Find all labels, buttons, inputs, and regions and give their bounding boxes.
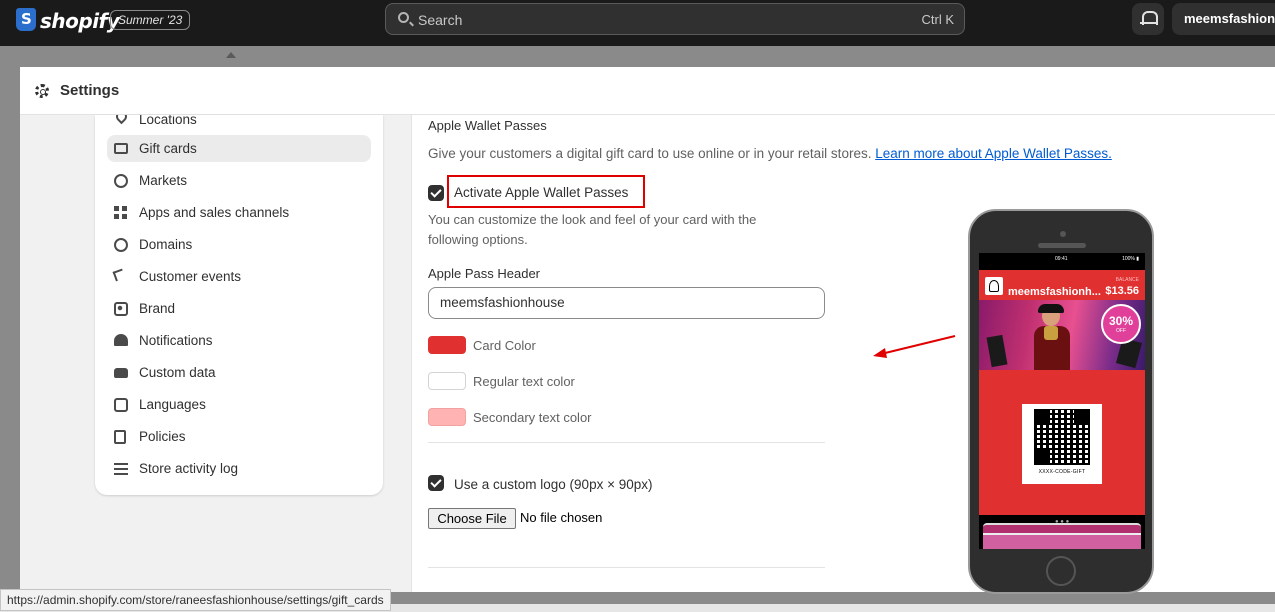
sidebar-item-languages[interactable]: Languages <box>107 391 371 418</box>
scroll-up-arrow-icon[interactable] <box>226 52 236 58</box>
learn-more-link[interactable]: Learn more about Apple Wallet Passes. <box>875 146 1112 161</box>
sale-percent: 30% <box>1108 314 1134 328</box>
stacked-card <box>983 533 1141 549</box>
store-logo-icon <box>985 277 1003 295</box>
phone-speaker-icon <box>1038 243 1086 248</box>
model-figure <box>1034 304 1070 370</box>
apple-pass-header-label: Apple Pass Header <box>428 266 541 281</box>
folder-icon <box>114 368 128 378</box>
choose-file-button[interactable]: Choose File <box>428 508 516 529</box>
modal-header: Settings <box>20 67 1275 115</box>
notifications-bell-icon[interactable] <box>1132 3 1164 35</box>
sidebar-item-gift-cards[interactable]: Gift cards <box>107 135 371 162</box>
sidebar-item-apps-and-sales-channels[interactable]: Apps and sales channels <box>107 199 371 226</box>
regular-text-color-swatch[interactable] <box>428 372 466 390</box>
sidebar-item-label: Custom data <box>139 365 216 380</box>
pass-balance-value: $13.56 <box>1105 285 1139 297</box>
sidebar-item-policies[interactable]: Policies <box>107 423 371 450</box>
sidebar-item-domains[interactable]: Domains <box>107 231 371 258</box>
sidebar-item-label: Gift cards <box>139 141 197 156</box>
search-bar[interactable]: Search Ctrl K <box>385 3 965 35</box>
pass-banner-image: 30% OFF <box>979 300 1145 370</box>
sidebar-item-label: Locations <box>139 115 197 127</box>
sidebar-item-label: Brand <box>139 301 176 316</box>
annotation-highlight-box <box>447 175 645 208</box>
cursor-sparkle-icon <box>112 268 126 282</box>
brand-image-icon <box>114 302 128 316</box>
activate-wallet-checkbox[interactable] <box>428 185 444 201</box>
secondary-text-color-swatch[interactable] <box>428 408 466 426</box>
settings-sidebar: Locations Gift cards Markets Apps and sa… <box>95 115 383 495</box>
edition-badge[interactable]: Summer '23 <box>110 10 191 30</box>
wallet-pass-phone-preview: 09:41 100% ▮ meemsfashionh... BALANCE $1… <box>968 209 1154 594</box>
sidebar-item-label: Apps and sales channels <box>139 205 290 220</box>
sale-off: OFF <box>1116 328 1126 334</box>
pass-store-name: meemsfashionh... <box>1008 286 1101 298</box>
sidebar-item-label: Notifications <box>139 333 213 348</box>
phone-screen: 09:41 100% ▮ meemsfashionh... BALANCE $1… <box>979 253 1145 549</box>
shopify-bag-icon[interactable] <box>16 8 36 31</box>
shopify-logo-text[interactable]: shopify <box>40 9 120 33</box>
search-placeholder: Search <box>418 12 463 28</box>
sidebar-item-store-activity-log[interactable]: Store activity log <box>107 455 371 482</box>
customize-help-text: You can customize the look and feel of y… <box>428 212 757 247</box>
browser-status-url: https://admin.shopify.com/store/raneesfa… <box>0 589 391 611</box>
phone-battery-icon: 100% ▮ <box>1122 256 1139 262</box>
divider <box>428 567 825 568</box>
sidebar-item-notifications[interactable]: Notifications <box>107 327 371 354</box>
phone-home-button-icon <box>1046 556 1076 586</box>
apps-grid-icon <box>114 206 128 220</box>
sidebar-item-label: Domains <box>139 237 193 252</box>
language-icon <box>114 398 128 412</box>
secondary-text-color-label: Secondary text color <box>473 410 592 425</box>
sidebar-item-customer-events[interactable]: Customer events <box>107 263 371 290</box>
gift-card-code: XXXX-CODE-GIFT <box>1038 469 1086 475</box>
shopping-bag-icon <box>986 334 1008 368</box>
description-text: Give your customers a digital gift card … <box>428 146 872 161</box>
search-icon <box>398 12 409 23</box>
annotation-arrow-icon <box>873 335 956 358</box>
qr-code-icon <box>1034 409 1090 465</box>
card-color-swatch[interactable] <box>428 336 466 354</box>
globe-icon <box>114 238 128 252</box>
location-pin-icon <box>113 115 130 125</box>
sidebar-item-brand[interactable]: Brand <box>107 295 371 322</box>
pass-balance-label: BALANCE <box>1115 277 1139 283</box>
sidebar-item-label: Policies <box>139 429 186 444</box>
sidebar-item-custom-data[interactable]: Custom data <box>107 359 371 386</box>
bell-icon <box>114 334 128 346</box>
top-bar: shopify Summer '23 Search Ctrl K meemsfa… <box>0 0 1275 46</box>
phone-status-bar: 09:41 100% ▮ <box>979 253 1145 267</box>
sidebar-item-label: Customer events <box>139 269 242 284</box>
divider <box>428 442 825 443</box>
section-title: Apple Wallet Passes <box>428 118 547 133</box>
wallet-pass-card: meemsfashionh... BALANCE $13.56 30% OFF <box>979 270 1145 525</box>
apple-pass-header-input[interactable]: meemsfashionhouse <box>428 287 825 319</box>
gear-icon <box>35 84 49 98</box>
qr-code-box: XXXX-CODE-GIFT <box>1022 404 1102 484</box>
phone-camera-icon <box>1060 231 1066 237</box>
gift-card-icon <box>114 143 128 154</box>
sidebar-item-label: Markets <box>139 173 188 188</box>
file-status-text: No file chosen <box>520 510 603 525</box>
card-color-label: Card Color <box>473 338 536 353</box>
modal-title: Settings <box>60 82 120 99</box>
globe-icon <box>114 174 128 188</box>
search-shortcut: Ctrl K <box>921 12 955 27</box>
custom-logo-label[interactable]: Use a custom logo (90px × 90px) <box>454 477 652 492</box>
sidebar-item-locations[interactable]: Locations <box>107 115 371 133</box>
sidebar-item-label: Languages <box>139 397 206 412</box>
regular-text-color-label: Regular text color <box>473 374 575 389</box>
policy-document-icon <box>114 430 126 444</box>
account-menu-button[interactable]: meemsfashionhouse <box>1172 3 1275 35</box>
sidebar-item-label: Store activity log <box>139 461 239 476</box>
sale-badge: 30% OFF <box>1101 304 1141 344</box>
stacked-card <box>983 523 1141 533</box>
section-description: Give your customers a digital gift card … <box>428 146 1112 161</box>
list-icon <box>114 463 128 475</box>
phone-status-time: 09:41 <box>1055 256 1068 262</box>
custom-logo-checkbox[interactable] <box>428 475 444 491</box>
sidebar-item-markets[interactable]: Markets <box>107 167 371 194</box>
